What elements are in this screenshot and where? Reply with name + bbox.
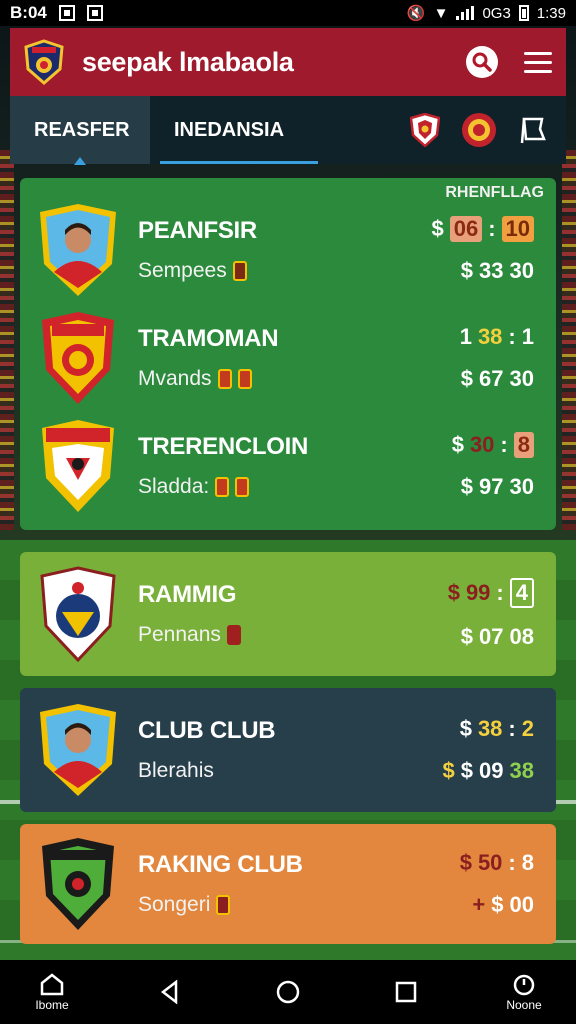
team-subtitle: Sladda: bbox=[138, 475, 308, 499]
match-row[interactable]: PEANFSIR Sempees $ 06 : 10 $ 33 30 bbox=[38, 200, 534, 300]
recents-button[interactable] bbox=[376, 980, 436, 1004]
tab-bar: REASFER INEDANSIA bbox=[10, 96, 566, 165]
club-crest-icon bbox=[42, 312, 114, 404]
home-icon bbox=[40, 973, 64, 996]
match-row[interactable]: RAKING CLUB Songeri $ 50 : 8 + $ 00 bbox=[38, 834, 534, 934]
player-crest-icon bbox=[40, 704, 116, 796]
circle-icon bbox=[276, 980, 300, 1004]
menu-icon bbox=[524, 51, 552, 55]
notification-icon bbox=[86, 5, 103, 21]
mini-badge-icon bbox=[237, 369, 252, 389]
match-row[interactable]: CLUB CLUB Blerahis $ 38 : 2 $ $ 09 38 bbox=[38, 700, 534, 800]
team-name: TRAMOMAN bbox=[138, 325, 279, 352]
match-card[interactable]: CLUB CLUB Blerahis $ 38 : 2 $ $ 09 38 bbox=[20, 688, 556, 812]
navigation-bar: Ibome Noone bbox=[0, 960, 576, 1024]
team-name: RAKING CLUB bbox=[138, 851, 303, 878]
mini-badge-icon bbox=[217, 369, 232, 389]
flag-icon[interactable] bbox=[518, 115, 548, 145]
timer-icon bbox=[513, 974, 535, 996]
home-button[interactable]: Ibome bbox=[22, 972, 82, 1012]
mini-badge-icon bbox=[226, 625, 241, 645]
back-icon bbox=[160, 979, 178, 1005]
match-card[interactable]: RAMMIG Pennans $ 99 : 4 $ 07 08 bbox=[20, 552, 556, 676]
app-bar: seepak lmabaola bbox=[10, 28, 566, 96]
tab-indicator bbox=[160, 161, 318, 164]
square-icon bbox=[395, 981, 417, 1003]
status-clock: 1:39 bbox=[536, 4, 566, 22]
mute-icon: 🔇 bbox=[406, 5, 426, 22]
club-crest-icon bbox=[40, 566, 116, 662]
crowd-right bbox=[562, 150, 576, 530]
right-nav-label: Noone bbox=[506, 998, 542, 1012]
odds: $ 99 : 4 $ 07 08 bbox=[447, 578, 534, 649]
app-title: seepak lmabaola bbox=[82, 46, 294, 77]
battery-icon bbox=[518, 5, 529, 21]
wifi-icon: ▼ bbox=[433, 4, 449, 22]
mini-badge-icon bbox=[215, 477, 230, 497]
match-row[interactable]: TRERENCLOIN Sladda: $ 30 : 8 $ 97 30 bbox=[38, 416, 534, 516]
odds: 1 38 : 1 $ 67 30 bbox=[459, 324, 534, 391]
club-crest-icon bbox=[42, 838, 114, 930]
team-name: RAMMIG bbox=[138, 581, 237, 608]
match-card[interactable]: RAKING CLUB Songeri $ 50 : 8 + $ 00 bbox=[20, 824, 556, 944]
tab-label: REASFER bbox=[34, 118, 130, 141]
match-row[interactable]: TRAMOMAN Mvands 1 38 : 1 $ 67 30 bbox=[38, 308, 534, 408]
notification-icon bbox=[58, 5, 75, 21]
team-subtitle: Mvands bbox=[138, 367, 278, 391]
status-bar: B:04 🔇 ▼ 0G3 1:39 bbox=[0, 0, 576, 26]
odds: $ 50 : 8 + $ 00 bbox=[459, 850, 534, 917]
back-button[interactable] bbox=[140, 979, 200, 1005]
tab-reasfer[interactable]: REASFER bbox=[10, 96, 150, 165]
tab-inedansia[interactable]: INEDANSIA bbox=[150, 96, 308, 164]
mini-badge-icon bbox=[232, 261, 247, 281]
timer-button[interactable]: Noone bbox=[494, 972, 554, 1012]
tab-label: INEDANSIA bbox=[174, 118, 285, 141]
odds: $ 38 : 2 $ $ 09 38 bbox=[442, 716, 534, 783]
player-crest-icon bbox=[40, 204, 116, 296]
odds: $ 30 : 8 $ 97 30 bbox=[451, 432, 534, 499]
team-subtitle: Songeri bbox=[138, 893, 303, 917]
team-name: CLUB CLUB bbox=[138, 717, 276, 744]
search-button[interactable] bbox=[466, 46, 498, 78]
team-subtitle: Pennans bbox=[138, 623, 241, 647]
odds: $ 06 : 10 $ 33 30 bbox=[431, 216, 534, 283]
team-subtitle: Sempees bbox=[138, 259, 257, 283]
team-name: TRERENCLOIN bbox=[138, 433, 309, 460]
team-name: PEANFSIR bbox=[138, 217, 257, 244]
mini-badge-icon bbox=[216, 895, 231, 915]
match-row[interactable]: RAMMIG Pennans $ 99 : 4 $ 07 08 bbox=[38, 564, 534, 664]
home-circle-button[interactable] bbox=[258, 979, 318, 1005]
search-icon bbox=[472, 52, 492, 72]
club-crest-icon bbox=[42, 420, 114, 512]
menu-button[interactable] bbox=[524, 51, 552, 73]
app-logo-icon bbox=[24, 39, 64, 85]
match-list-card: RHENFLLAG PEANFSIR Sempees $ 06 : 10 $ 3… bbox=[20, 178, 556, 530]
signal-icon bbox=[456, 6, 475, 20]
crowd-left bbox=[0, 150, 14, 530]
club-badge-icon[interactable] bbox=[462, 113, 496, 147]
network-label: 0G3 bbox=[482, 4, 511, 22]
status-time: B:04 bbox=[10, 3, 47, 22]
mini-badge-icon bbox=[235, 477, 250, 497]
team-subtitle: Blerahis bbox=[138, 759, 214, 782]
club-crest-icon[interactable] bbox=[410, 113, 440, 147]
home-label: Ibome bbox=[35, 998, 69, 1012]
